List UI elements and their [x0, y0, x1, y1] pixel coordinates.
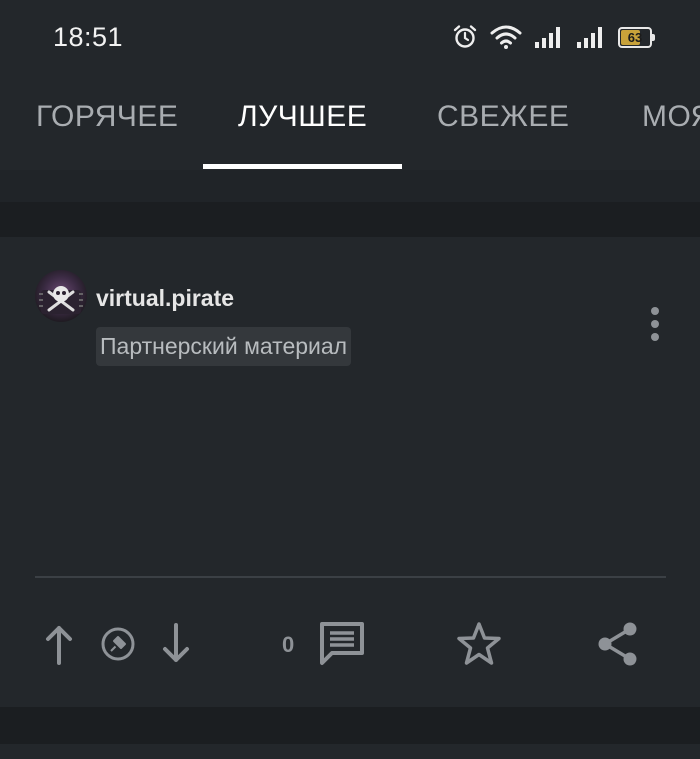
battery-level: 63 [627, 29, 643, 45]
next-card-edge [0, 744, 700, 759]
alarm-icon [453, 25, 477, 48]
tab-fresh[interactable]: СВЕЖЕЕ [437, 100, 569, 134]
tab-best[interactable]: ЛУЧШЕЕ [238, 100, 367, 134]
upvote-icon[interactable] [44, 623, 74, 665]
tab-my-feed[interactable]: МОЯ ЛЕНТА [642, 100, 700, 134]
star-icon[interactable] [455, 621, 503, 667]
skull-crossbones-icon [39, 286, 83, 314]
more-options-icon[interactable] [640, 304, 670, 344]
avatar[interactable] [35, 270, 87, 322]
card-divider [35, 576, 666, 578]
status-time: 18:51 [53, 22, 124, 52]
tab-hot[interactable]: ГОРЯЧЕЕ [36, 100, 178, 134]
battery-icon: 63 [618, 26, 655, 48]
app-screen: 18:51 63 ГОРЯЧЕЕ ЛУЧШЕЕ СВЕЖЕЕ МО virtua… [0, 0, 700, 759]
feed-tabs: ГОРЯЧЕЕ ЛУЧШЕЕ СВЕЖЕЕ МОЯ ЛЕНТА [0, 80, 700, 170]
partner-badge: Партнерский материал [96, 327, 352, 366]
save-post-icon[interactable] [100, 626, 136, 662]
downvote-icon[interactable] [161, 623, 191, 665]
comment-icon[interactable] [318, 621, 366, 667]
active-tab-indicator [203, 164, 402, 169]
share-icon[interactable] [596, 621, 640, 667]
signal-icon [535, 27, 560, 48]
post-author[interactable]: virtual.pirate [96, 285, 234, 312]
status-icons: 63 [452, 24, 655, 50]
tabs-shadow [0, 170, 700, 202]
comment-count: 0 [282, 632, 295, 657]
post-card: virtual.pirate Партнерский материал 0 [0, 237, 700, 707]
wifi-icon [490, 25, 522, 49]
signal-icon [577, 27, 602, 48]
status-bar: 18:51 63 [0, 0, 700, 80]
